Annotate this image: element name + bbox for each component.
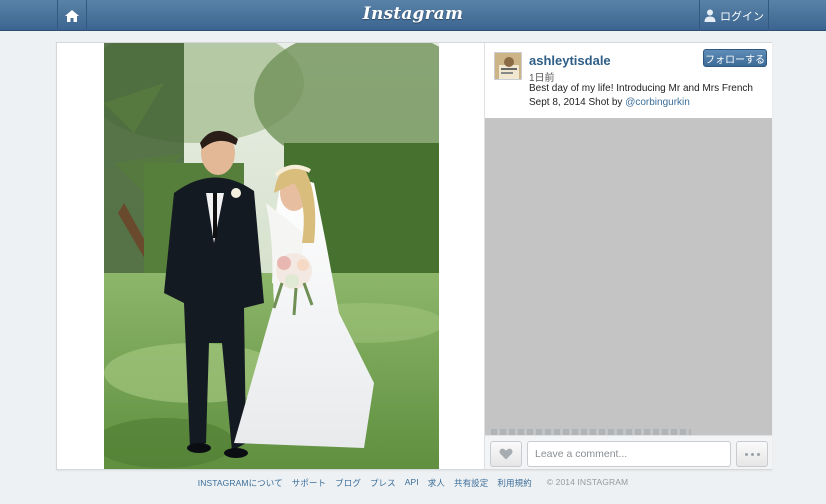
post-card: ashleytisdale フォローする 1日前 Best day of my …: [56, 42, 772, 470]
post-header: ashleytisdale フォローする 1日前 Best day of my …: [485, 43, 772, 118]
post-sidebar: ashleytisdale フォローする 1日前 Best day of my …: [484, 43, 772, 469]
more-icon-dot: [750, 452, 754, 456]
username-link[interactable]: ashleytisdale: [529, 53, 611, 68]
footer-link-jobs[interactable]: 求人: [428, 477, 445, 491]
heart-icon: [499, 448, 513, 460]
user-icon: [704, 9, 716, 22]
caption-line: Best day of my life! Introducing Mr and …: [529, 83, 753, 94]
footer-link-support[interactable]: サポート: [292, 477, 326, 491]
post-actions: [485, 435, 772, 469]
follow-button[interactable]: フォローする: [703, 49, 767, 67]
avatar[interactable]: [494, 52, 522, 80]
footer-link-terms[interactable]: 利用規約: [497, 477, 531, 491]
footer-link-blog[interactable]: ブログ: [335, 477, 361, 491]
post-caption: Best day of my life! Introducing Mr and …: [529, 82, 765, 110]
caption-credit-text: Sept 8, 2014 Shot by: [529, 97, 626, 108]
footer-link-privacy[interactable]: 共有設定: [454, 477, 488, 491]
wedding-photo[interactable]: [104, 43, 439, 469]
copyright: © 2014 INSTAGRAM: [546, 477, 629, 487]
top-nav-bar: Instagram ログイン: [0, 0, 826, 31]
comments-list[interactable]: [485, 118, 772, 435]
login-button[interactable]: ログイン: [699, 0, 769, 31]
like-button[interactable]: [490, 441, 522, 467]
footer-link-about[interactable]: INSTAGRAMについて: [198, 477, 283, 491]
footer: INSTAGRAMについて サポート ブログ プレス API 求人 共有設定 利…: [0, 477, 826, 491]
more-options-button[interactable]: [736, 441, 768, 467]
mention-link[interactable]: @corbingurkin: [625, 97, 690, 108]
more-icon: [744, 452, 748, 456]
caption-credit: Sept 8, 2014 Shot by @corbingurkin: [529, 96, 765, 110]
more-icon-dot: [756, 452, 760, 456]
footer-link-api[interactable]: API: [405, 477, 419, 491]
footer-link-press[interactable]: プレス: [370, 477, 396, 491]
comment-input[interactable]: [527, 441, 731, 467]
photo-area: [57, 43, 484, 469]
login-label: ログイン: [720, 10, 764, 23]
